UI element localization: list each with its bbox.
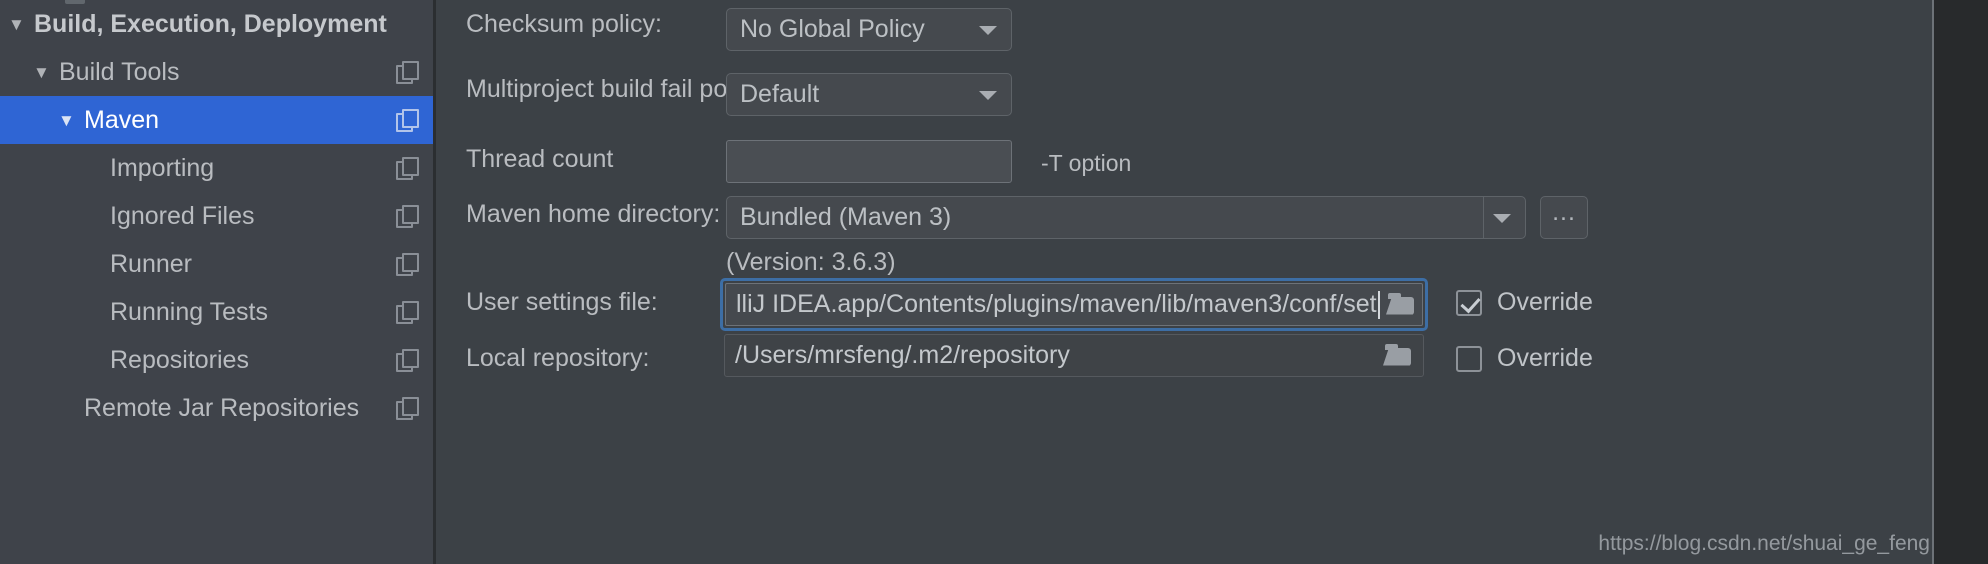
multiproject-fail-policy-row: Multiproject build fail policy: (466, 75, 770, 104)
sidebar-item-repositories[interactable]: Repositories (0, 336, 436, 384)
combo-divider (1483, 197, 1484, 238)
local-repository-value: /Users/mrsfeng/.m2/repository (735, 341, 1070, 369)
sidebar-item-label: Runner (110, 249, 192, 278)
sidebar-item-label: Maven (84, 105, 160, 134)
user-settings-file-override[interactable]: Override (1456, 288, 1593, 317)
maven-home-browse-button[interactable]: ... (1540, 196, 1588, 239)
override-label: Override (1497, 288, 1593, 316)
sidebar-item-label: Build, Execution, Deployment (34, 9, 387, 38)
copy-settings-path-icon[interactable] (396, 397, 419, 420)
local-repository-row: Local repository: (466, 344, 649, 373)
sidebar-item-label: Ignored Files (110, 201, 255, 230)
copy-settings-path-icon[interactable] (396, 109, 419, 132)
user-settings-file-input[interactable]: lliJ IDEA.app/Contents/plugins/maven/lib… (725, 283, 1423, 326)
chevron-down-icon[interactable] (979, 90, 997, 100)
multiproject-fail-policy-label: Multiproject build fail policy: (466, 75, 771, 103)
copy-settings-path-icon[interactable] (396, 301, 419, 324)
local-repository-label: Local repository: (466, 344, 650, 372)
sidebar-item-label: Repositories (110, 345, 249, 374)
copy-settings-path-icon[interactable] (396, 205, 419, 228)
local-repository-override[interactable]: Override (1456, 344, 1593, 373)
checksum-policy-select[interactable]: No Global Policy (726, 8, 1012, 51)
sidebar-item-remote-jar-repositories[interactable]: Remote Jar Repositories (0, 384, 436, 432)
maven-home-select[interactable]: Bundled (Maven 3) (726, 196, 1526, 239)
multiproject-fail-policy-value: Default (740, 80, 820, 108)
checksum-policy-label: Checksum policy: (466, 10, 662, 38)
thread-count-label: Thread count (466, 145, 614, 173)
maven-settings-panel: Checksum policy: No Global Policy Multip… (436, 0, 1988, 564)
copy-settings-path-icon[interactable] (396, 157, 419, 180)
copy-settings-path-icon[interactable] (396, 253, 419, 276)
sidebar-item-importing[interactable]: Importing (0, 144, 436, 192)
maven-home-value: Bundled (Maven 3) (740, 203, 952, 231)
override-checkbox-local-repository[interactable] (1456, 345, 1482, 372)
chevron-down-icon[interactable] (979, 25, 997, 35)
sidebar-item-runner[interactable]: Runner (0, 240, 436, 288)
multiproject-fail-policy-select[interactable]: Default (726, 73, 1012, 116)
override-label: Override (1497, 344, 1593, 372)
sidebar-item-maven[interactable]: ▼ Maven (0, 96, 436, 144)
sidebar-item-build-tools[interactable]: ▼ Build Tools (0, 48, 436, 96)
settings-tree-sidebar[interactable]: ▼ Build, Execution, Deployment ▼ Build T… (0, 0, 436, 564)
right-edge-strip (1932, 0, 1988, 564)
user-settings-file-row: User settings file: (466, 288, 658, 317)
user-settings-file-field-wrapper[interactable]: lliJ IDEA.app/Contents/plugins/maven/lib… (720, 278, 1428, 331)
sidebar-item-label: Running Tests (110, 297, 268, 326)
checksum-policy-row: Checksum policy: (466, 10, 662, 39)
user-settings-file-label: User settings file: (466, 288, 658, 316)
chevron-down-icon[interactable]: ▼ (58, 112, 84, 129)
maven-home-row: Maven home directory: (466, 200, 720, 229)
chevron-down-icon[interactable]: ▼ (8, 16, 34, 33)
override-checkbox-user-settings[interactable] (1456, 289, 1482, 316)
copy-settings-path-icon[interactable] (396, 61, 419, 84)
text-caret (1378, 290, 1380, 319)
sidebar-item-build-execution-deployment[interactable]: ▼ Build, Execution, Deployment (0, 0, 436, 48)
sidebar-item-label: Build Tools (59, 57, 180, 86)
thread-count-input[interactable] (726, 140, 1012, 183)
user-settings-file-value: lliJ IDEA.app/Contents/plugins/maven/lib… (736, 290, 1377, 318)
thread-count-hint: -T option (1041, 150, 1132, 176)
settings-dialog: ▼ Build, Execution, Deployment ▼ Build T… (0, 0, 1988, 564)
sidebar-item-label: Remote Jar Repositories (84, 393, 360, 422)
maven-version-text: (Version: 3.6.3) (726, 248, 896, 276)
sidebar-item-label: Importing (110, 153, 215, 182)
maven-home-label: Maven home directory: (466, 200, 721, 228)
sidebar-item-ignored-files[interactable]: Ignored Files (0, 192, 436, 240)
watermark-url: https://blog.csdn.net/shuai_ge_feng (1598, 532, 1930, 555)
folder-browse-icon[interactable] (1386, 292, 1416, 317)
folder-browse-icon[interactable] (1383, 343, 1413, 368)
sidebar-item-running-tests[interactable]: Running Tests (0, 288, 436, 336)
local-repository-input[interactable]: /Users/mrsfeng/.m2/repository (724, 334, 1424, 377)
copy-settings-path-icon[interactable] (396, 349, 419, 372)
chevron-down-icon[interactable] (1493, 213, 1511, 223)
checksum-policy-value: No Global Policy (740, 15, 925, 43)
thread-count-row: Thread count (466, 145, 613, 174)
chevron-down-icon[interactable]: ▼ (33, 64, 59, 81)
